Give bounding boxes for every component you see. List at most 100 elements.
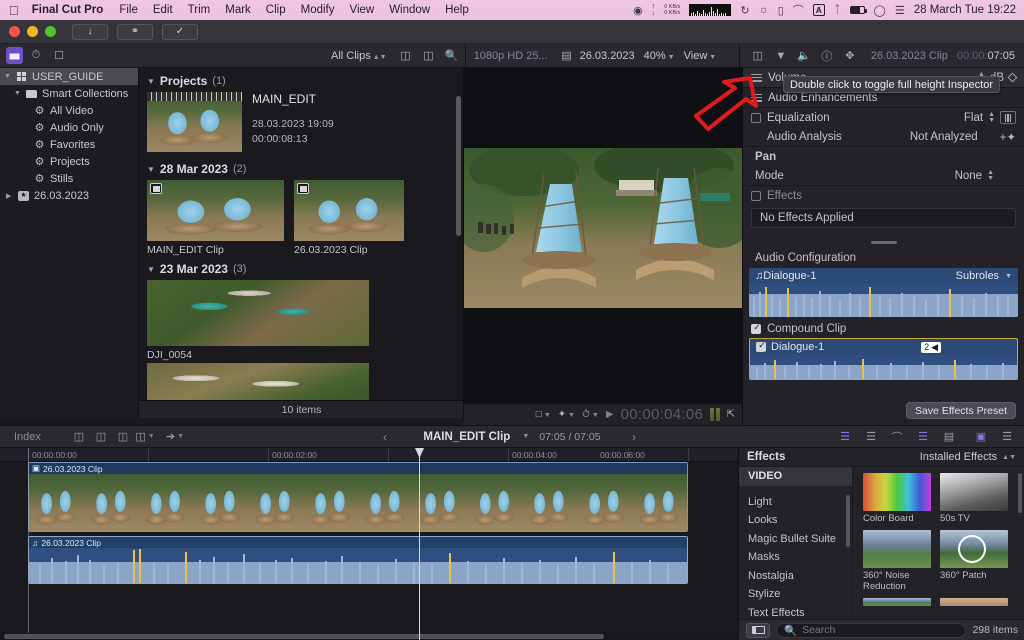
transitions-browser-toggle-icon[interactable]: ☰ — [996, 427, 1018, 447]
viewer-timecode[interactable]: 00:00:04:06 — [621, 406, 704, 423]
snapping-icon[interactable]: ☰ — [912, 427, 934, 447]
speedometer-icon[interactable]: ⏱ ▼ — [582, 409, 599, 420]
channel-count-badge[interactable]: 2 ◀ — [921, 341, 941, 353]
audio-skimming-icon[interactable]: ☰ — [834, 427, 856, 447]
effects-checkbox[interactable] — [751, 190, 761, 201]
browser-group-projects[interactable]: ▼ Projects (1) — [139, 68, 463, 92]
browser-clip-item[interactable]: MAIN_EDIT Clip — [147, 180, 284, 256]
clip-appearance-icon[interactable]: ▤ — [938, 427, 960, 447]
viewer-display-icon[interactable]: ▤ — [557, 47, 577, 65]
clip-thumbnail[interactable] — [147, 280, 369, 346]
inspector-panel[interactable]: Volume — ▲▼ dB Audio Enhancements Equali… — [742, 68, 1024, 425]
chevron-down-icon[interactable]: ▼ — [522, 433, 529, 440]
titles-generators-icon[interactable]: ☐ — [49, 47, 69, 65]
menu-item-view[interactable]: View — [349, 4, 374, 16]
effects-category-video[interactable]: VIDEO — [739, 467, 852, 486]
drag-handle-icon[interactable] — [751, 93, 762, 102]
disclosure-triangle-collapsed-icon[interactable]: ▶ — [6, 192, 16, 200]
effects-browser-toggle-icon[interactable]: ▣ — [970, 427, 992, 447]
battery-icon[interactable] — [849, 6, 867, 14]
inspector-row-compound-clip[interactable]: Compound Clip — [743, 319, 1024, 338]
effect-item-partial[interactable] — [940, 598, 1008, 606]
timeline-audio-clip[interactable]: ♫ 26.03.2023 Clip — [28, 536, 688, 584]
screen-record-icon[interactable]: ◉ — [633, 4, 643, 17]
library-toggle-icon[interactable] — [6, 47, 23, 64]
no-effects-applied-box[interactable]: No Effects Applied — [751, 208, 1016, 228]
browser-scrollbar[interactable] — [456, 96, 461, 236]
disclosure-triangle-icon[interactable]: ▼ — [4, 73, 14, 80]
select-tool-icon[interactable]: ➔ ▼ — [164, 427, 186, 447]
compound-clip-checkbox[interactable] — [751, 322, 762, 334]
zoom-level-menu[interactable]: 40% ▼ — [644, 50, 675, 62]
effects-browser[interactable]: Effects Installed Effects ▲▼ VIDEO Light … — [738, 448, 1024, 640]
effects-search-input[interactable]: 🔍 Search — [776, 622, 967, 638]
effects-category-magic-bullet-suite[interactable]: Magic Bullet Suite — [739, 530, 852, 549]
sidebar-item-smart-collections[interactable]: ▼ Smart Collections — [0, 85, 138, 102]
audio-inspector-icon[interactable]: 🔈 — [794, 47, 814, 65]
browser-search-icon[interactable]: 🔍 — [442, 47, 462, 65]
transform-icon[interactable]: ✥ — [840, 47, 860, 65]
disclosure-triangle-icon[interactable]: ▼ — [147, 165, 155, 174]
menu-app-name[interactable]: Final Cut Pro — [32, 4, 104, 16]
clip-thumbnail[interactable] — [294, 180, 404, 241]
browser-clip-item[interactable]: DJI_0054 — [139, 280, 463, 361]
effect-thumbnail[interactable] — [940, 530, 1008, 568]
connect-clip-icon[interactable]: ◫ — [68, 427, 90, 447]
brightness-icon[interactable]: ☼ — [759, 4, 769, 16]
menu-item-modify[interactable]: Modify — [301, 4, 335, 16]
media-browser[interactable]: ▼ Projects (1) MAIN_EDIT 28.03.2023 19:0… — [139, 68, 464, 418]
clip-thumbnail[interactable] — [147, 363, 369, 403]
effects-category-light[interactable]: Light — [739, 493, 852, 512]
sidebar-item-favorites[interactable]: ⚙ Favorites — [0, 136, 138, 153]
solo-icon[interactable]: ☰ — [860, 427, 882, 447]
display-icon[interactable]: ▯ — [778, 4, 784, 17]
timeline-index-button[interactable]: Index — [0, 431, 68, 443]
effects-category-stylize[interactable]: Stylize — [739, 585, 852, 604]
effects-category-looks[interactable]: Looks — [739, 511, 852, 530]
drag-handle-icon[interactable] — [751, 73, 762, 82]
effect-item-color-board[interactable]: Color Board — [863, 473, 931, 524]
inspector-row-audio-analysis[interactable]: Audio Analysis Not Analyzed +✦ — [743, 127, 1024, 146]
equalization-stepper[interactable]: ▲ ▼ — [988, 111, 995, 124]
timeline-project-name[interactable]: MAIN_EDIT Clip — [423, 431, 510, 443]
menu-item-mark[interactable]: Mark — [225, 4, 251, 16]
disclosure-triangle-icon[interactable]: ▼ — [14, 90, 24, 97]
inspector-row-mode[interactable]: Mode None ▲ ▼ — [743, 166, 1024, 185]
browser-group-23-mar[interactable]: ▼ 23 Mar 2023 (3) — [139, 256, 463, 280]
inspector-toggle-icon[interactable]: ◫ — [748, 47, 768, 65]
effects-category-nostalgia[interactable]: Nostalgia — [739, 567, 852, 586]
browser-clip-item[interactable]: 26.03.2023 Clip — [294, 180, 431, 256]
clip-filter-menu[interactable]: All Clips ▲▼ — [331, 50, 387, 62]
magic-wand-icon[interactable]: ✦ ▼ — [558, 409, 575, 420]
timeline-panel[interactable]: 00:00:00:00 00:00:02:00 00:00:04:00 00:0… — [0, 448, 738, 640]
dialogue-sub-checkbox[interactable] — [756, 340, 767, 352]
viewer-video-frame[interactable] — [464, 148, 742, 308]
inspector-section-pan[interactable]: Pan — [743, 147, 1024, 166]
timeline-back-button[interactable]: ‹ — [383, 430, 387, 444]
control-center-icon[interactable]: ☰ — [895, 4, 905, 17]
inspector-resize-handle[interactable] — [743, 236, 1024, 248]
mode-controls[interactable]: None ▲ ▼ — [955, 169, 994, 182]
view-options-menu[interactable]: View ▼ — [684, 50, 717, 62]
color-inspector-icon[interactable]: ▼ — [771, 47, 791, 65]
keyword-editor-button[interactable]: ⚭ — [117, 23, 153, 40]
append-clip-icon[interactable]: ◫ — [112, 427, 134, 447]
minimize-button[interactable] — [27, 26, 38, 37]
effect-item-50s-tv[interactable]: 50s TV — [940, 473, 1008, 524]
headphones-icon[interactable]: ⌒ — [793, 2, 804, 18]
project-thumbnail[interactable] — [147, 92, 242, 152]
effect-thumbnail[interactable] — [940, 473, 1008, 511]
effect-item-360-patch[interactable]: 360° Patch — [940, 530, 1008, 592]
sidebar-item-stills[interactable]: ⚙ Stills — [0, 170, 138, 187]
info-inspector-icon[interactable]: ⓘ — [817, 47, 837, 65]
effects-category-list[interactable]: VIDEO Light Looks Magic Bullet Suite Mas… — [739, 467, 853, 619]
timeline-video-clip[interactable]: ▣ 26.03.2023 Clip — [28, 462, 688, 532]
analyze-wand-icon[interactable]: +✦ — [1000, 130, 1016, 144]
fullscreen-icon[interactable]: ⇱ — [727, 409, 735, 420]
filmstrip-view-icon[interactable]: ◫ — [396, 47, 416, 65]
effect-thumbnail[interactable] — [863, 598, 931, 606]
effect-thumbnail[interactable] — [863, 530, 931, 568]
project-row[interactable]: MAIN_EDIT 28.03.2023 19:09 00:00:08:13 — [139, 92, 463, 156]
retime-tools-icon[interactable]: ⏱ — [26, 47, 46, 65]
import-media-button[interactable]: ↓ — [72, 23, 108, 40]
